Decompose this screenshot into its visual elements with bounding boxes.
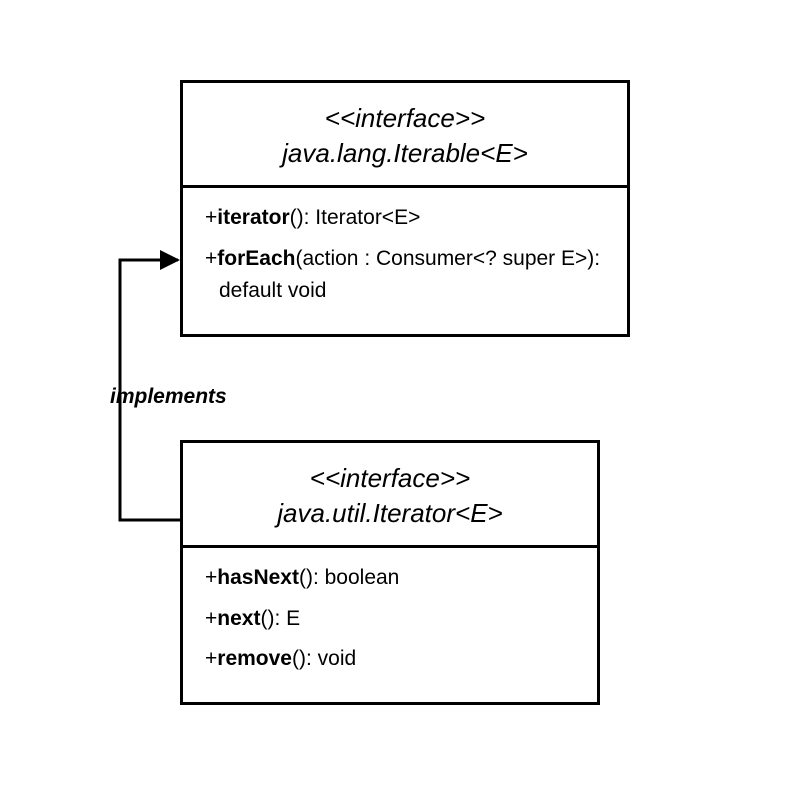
class-name: java.util.Iterator<E>: [203, 496, 577, 531]
uml-class-iterator: <<interface>> java.util.Iterator<E> +has…: [180, 440, 600, 705]
method-signature: (): Iterator<E>: [290, 206, 421, 229]
method-signature: (): boolean: [299, 566, 399, 589]
method-prefix: +: [205, 206, 217, 229]
class-name: java.lang.Iterable<E>: [203, 136, 607, 171]
method-name: remove: [217, 647, 292, 670]
method-name: iterator: [217, 206, 289, 229]
uml-header-iterator: <<interface>> java.util.Iterator<E>: [183, 443, 597, 548]
method-prefix: +: [205, 566, 217, 589]
method-row: +hasNext(): boolean: [205, 562, 575, 595]
method-signature: (): void: [292, 647, 356, 670]
uml-class-iterable: <<interface>> java.lang.Iterable<E> +ite…: [180, 80, 630, 337]
method-prefix: +: [205, 647, 217, 670]
method-row: +remove(): void: [205, 643, 575, 676]
method-row: +next(): E: [205, 603, 575, 636]
method-name: forEach: [217, 247, 295, 270]
stereotype-label: <<interface>>: [203, 101, 607, 136]
method-row: +iterator(): Iterator<E>: [205, 202, 605, 235]
method-prefix: +: [205, 607, 217, 630]
stereotype-label: <<interface>>: [203, 461, 577, 496]
method-row: +forEach(action : Consumer<? super E>): …: [205, 243, 605, 308]
method-name: next: [217, 607, 260, 630]
method-signature: (): E: [260, 607, 300, 630]
uml-header-iterable: <<interface>> java.lang.Iterable<E>: [183, 83, 627, 188]
uml-methods-iterable: +iterator(): Iterator<E> +forEach(action…: [183, 188, 627, 334]
relationship-label: implements: [110, 385, 227, 409]
uml-methods-iterator: +hasNext(): boolean +next(): E +remove()…: [183, 548, 597, 702]
method-prefix: +: [205, 247, 217, 270]
method-name: hasNext: [217, 566, 299, 589]
